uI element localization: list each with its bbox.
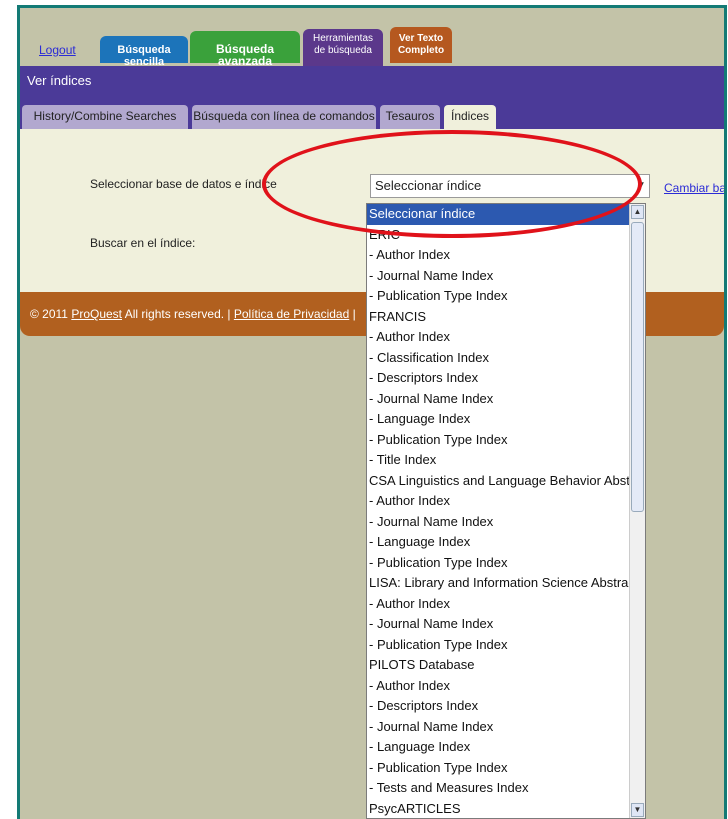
scroll-up-icon[interactable]: ▲ <box>631 205 644 219</box>
dropdown-option[interactable]: - Title Index <box>367 450 631 471</box>
index-dropdown-list[interactable]: Seleccionar índice ERIC - Author Index - Jo… <box>366 203 646 819</box>
tab-basic-search[interactable]: Búsqueda sencilla <box>100 36 188 68</box>
dropdown-option[interactable]: CSA Linguistics and Language Behavior Ab… <box>367 471 631 492</box>
dropdown-option[interactable]: LISA: Library and Information Science Ab… <box>367 573 631 594</box>
dropdown-option[interactable]: - Journal Name Index <box>367 389 631 410</box>
dropdown-option[interactable]: - Journal Name Index <box>367 614 631 635</box>
dropdown-option[interactable]: - Journal Name Index <box>367 512 631 533</box>
dropdown-option[interactable]: - Author Index <box>367 491 631 512</box>
dropdown-option[interactable]: - Publication Type Index <box>367 553 631 574</box>
tab-fulltext-line1: Ver Texto <box>398 33 444 44</box>
tab-view-fulltext[interactable]: Ver Texto Completo <box>390 27 452 63</box>
dropdown-options: Seleccionar índice ERIC - Author Index - Jo… <box>367 204 631 819</box>
dropdown-option[interactable]: - Journal Name Index <box>367 717 631 738</box>
dropdown-option[interactable]: - Language Index <box>367 737 631 758</box>
dropdown-option[interactable]: - Descriptors Index <box>367 696 631 717</box>
dropdown-option[interactable]: FRANCIS <box>367 307 631 328</box>
proquest-link[interactable]: ProQuest <box>71 307 122 321</box>
subtab-history[interactable]: History/Combine Searches <box>22 105 188 129</box>
dropdown-scrollbar[interactable]: ▲ ▼ <box>629 204 645 818</box>
footer-separator: | <box>349 307 356 321</box>
dropdown-option[interactable]: - Publication Type Index <box>367 286 631 307</box>
dropdown-option[interactable]: - Author Index <box>367 327 631 348</box>
subtab-bar: History/Combine Searches Búsqueda con lí… <box>20 96 724 129</box>
dropdown-option[interactable]: - Author Index <box>367 676 631 697</box>
subtab-command-line[interactable]: Búsqueda con línea de comandos <box>192 105 376 129</box>
change-database-link[interactable]: Cambiar ba <box>664 181 724 195</box>
dropdown-option[interactable]: - Publication Type Index <box>367 430 631 451</box>
tab-advanced-search[interactable]: Búsqueda avanzada <box>190 31 300 67</box>
dropdown-option[interactable]: PILOTS Database <box>367 655 631 676</box>
dropdown-option[interactable]: - Language Index <box>367 409 631 430</box>
top-navigation: Logout Búsqueda sencilla Búsqueda avanza… <box>20 8 724 68</box>
subtab-thesaurus[interactable]: Tesauros <box>380 105 440 129</box>
dropdown-option[interactable]: - Publication Type Index <box>367 758 631 779</box>
tab-search-tools-line1: Herramientas <box>312 33 374 44</box>
dropdown-option[interactable]: - Classification Index <box>367 348 631 369</box>
dropdown-option[interactable]: Seleccionar índice <box>367 204 631 225</box>
dropdown-option[interactable]: - Author Index <box>367 594 631 615</box>
copyright-text: © 2011 <box>30 307 72 321</box>
logout-link[interactable]: Logout <box>39 43 76 57</box>
select-db-label: Seleccionar base de datos e índice <box>90 177 277 191</box>
dropdown-option[interactable]: - Tests and Measures Index <box>367 778 631 799</box>
rights-text: All rights reserved. | <box>122 307 234 321</box>
dropdown-option[interactable]: - Descriptors Index <box>367 368 631 389</box>
dropdown-option[interactable]: - Author Index <box>367 245 631 266</box>
tab-fulltext-line2: Completo <box>397 45 445 56</box>
dropdown-option[interactable]: - Publication Type Index <box>367 635 631 656</box>
tab-search-tools-line2: de búsqueda <box>314 45 372 56</box>
search-index-label: Buscar en el índice: <box>90 236 196 250</box>
chevron-down-icon[interactable]: ▼ <box>633 175 649 197</box>
dropdown-option[interactable]: - Journal Name Index <box>367 266 631 287</box>
dropdown-option[interactable]: - Language Index <box>367 532 631 553</box>
dropdown-option[interactable]: PsycARTICLES <box>367 799 631 819</box>
subtab-indexes[interactable]: Índices <box>444 105 496 129</box>
index-select-value: Seleccionar índice <box>375 178 482 193</box>
page-title: Ver índices <box>20 66 724 96</box>
index-select[interactable]: Seleccionar índice ▼ <box>370 174 650 198</box>
tab-search-tools[interactable]: Herramientas de búsqueda <box>303 29 383 66</box>
scroll-down-icon[interactable]: ▼ <box>631 803 644 817</box>
dropdown-option[interactable]: ERIC <box>367 225 631 246</box>
scrollbar-thumb[interactable] <box>631 222 644 512</box>
privacy-policy-link[interactable]: Política de Privacidad <box>234 307 349 321</box>
